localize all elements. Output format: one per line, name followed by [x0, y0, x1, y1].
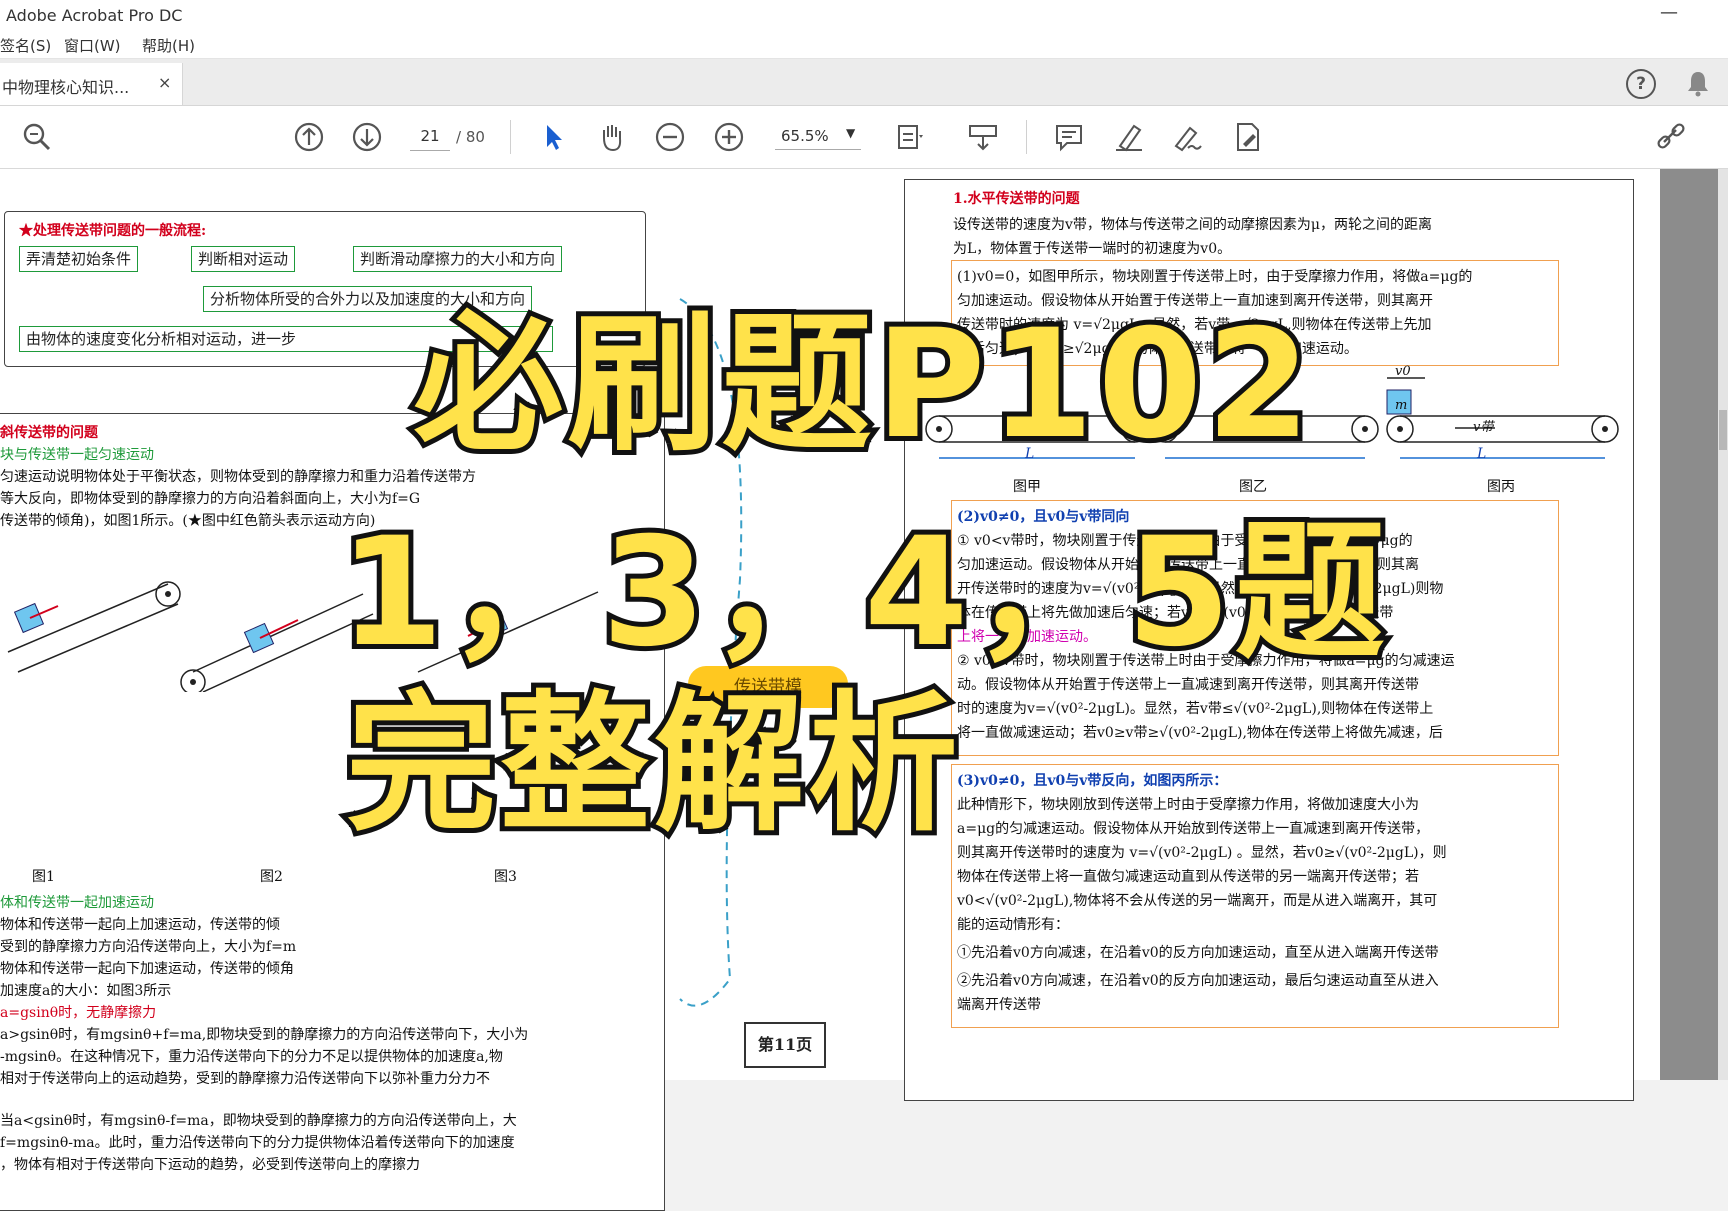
- case3-line-7: 能的运动情形有：: [957, 917, 1069, 933]
- share-link-icon[interactable]: [1654, 120, 1688, 154]
- horizontal-intro-2: 为L，物体置于传送带一端时的初速度为v0。: [953, 241, 1232, 257]
- overlay-title-line-1: 必刷题P102: [408, 295, 1315, 475]
- flow-step-1: 弄清楚初始条件: [19, 246, 139, 272]
- page-up-icon[interactable]: [292, 120, 326, 154]
- page-number-input[interactable]: 21: [410, 122, 450, 151]
- incline-line2-5: a=gsinθ时，无静摩擦力: [0, 1005, 157, 1021]
- fig-2-label: 图2: [260, 869, 283, 885]
- page-down-icon[interactable]: [350, 120, 384, 154]
- toolbar: 21 / 80 65.5% ▼: [0, 106, 1728, 169]
- toolbar-divider: [1026, 120, 1027, 154]
- fig-jia-label: 图甲: [1013, 479, 1041, 495]
- scroll-mode-icon[interactable]: [966, 120, 1000, 154]
- incline-line-2: 等大反向，即物体受到的静摩擦力的方向沿着斜面向上，大小为f=G: [0, 491, 421, 507]
- fit-page-icon[interactable]: [892, 120, 926, 154]
- incline-line2-8: 相对于传送带向上的运动趋势，受到的静摩擦力沿传送带向下以弥补重力分力不: [0, 1071, 490, 1087]
- horizontal-intro-1: 设传送带的速度为v带，物体与传送带之间的动摩擦因素为μ，两轮之间的距离: [953, 217, 1433, 233]
- highlight-icon[interactable]: [1112, 120, 1146, 154]
- incline-line2-4: 加速度a的大小：如图3所示: [0, 983, 172, 999]
- incline-line2-7: -mgsinθ。在这种情况下，重力沿传送带向下的分力不足以提供物体的加速度a,物: [0, 1049, 503, 1065]
- fig-yi-label: 图乙: [1239, 479, 1267, 495]
- flow-step-2: 判断相对运动: [191, 246, 296, 272]
- help-icon[interactable]: ?: [1626, 69, 1656, 99]
- minimize-button[interactable]: —: [1660, 2, 1678, 23]
- page-number-badge: 第11页: [744, 1022, 826, 1068]
- case3-line-8: ①先沿着v0方向减速，在沿着v0的反方向加速运动，直至从进入端离开传送带: [957, 945, 1439, 961]
- case3-line-6: v0<√(v0²-2μgL),物体将不会从传送的另一端离开，而是从进入端离开，其…: [957, 893, 1438, 909]
- menu-sign[interactable]: 签名(S): [0, 35, 51, 56]
- flow-title: ★处理传送带问题的一般流程:: [19, 223, 207, 239]
- document-tab-label: 中物理核心知识...: [2, 78, 130, 97]
- incline-line2-10: f=mgsinθ-ma。此时，重力沿传送带向下的分力提供物体沿着传送带向下的加速…: [0, 1135, 515, 1151]
- close-tab-icon[interactable]: ×: [158, 73, 171, 92]
- chevron-down-icon[interactable]: ▼: [846, 126, 855, 140]
- zoom-out-icon[interactable]: [653, 120, 687, 154]
- fig-1-label: 图1: [32, 869, 55, 885]
- case3-line-9: ②先沿着v0方向减速，在沿着v0的反方向加速运动，最后匀速运动直至从进入: [957, 973, 1439, 989]
- incline-line2-6: a>gsinθ时，有mgsinθ+f=ma,即物块受到的静摩擦力的方向沿传送带向…: [0, 1027, 529, 1043]
- case3-line-5: 物体在传送带上将一直做匀减速运动直到从传送带的另一端离开传送带；若: [957, 869, 1419, 885]
- incline-line2-11: ，物体有相对于传送带向下运动的趋势，必受到传送带向上的摩擦力: [0, 1157, 420, 1173]
- overlay-title-line-3: 完整解析: [341, 675, 963, 855]
- zoom-in-icon[interactable]: [712, 120, 746, 154]
- menu-window[interactable]: 窗口(W): [64, 35, 121, 56]
- menu-help[interactable]: 帮助(H): [142, 35, 195, 56]
- edit-pdf-icon[interactable]: [1230, 120, 1264, 154]
- select-cursor-icon[interactable]: [536, 120, 570, 154]
- comment-icon[interactable]: [1052, 120, 1086, 154]
- incline-line2-2: 受到的静摩擦力方向沿传送带向上，大小为f=m: [0, 939, 297, 955]
- title-bar: Adobe Acrobat Pro DC —: [0, 0, 1728, 30]
- flow-step-3: 判断滑动摩擦力的大小和方向: [353, 246, 563, 272]
- menu-bar: 签名(S) 窗口(W) 帮助(H): [0, 30, 1728, 59]
- fig-bing-label: 图丙: [1487, 479, 1515, 495]
- search-icon[interactable]: [20, 120, 54, 154]
- case3-line-10: 端离开传送带: [957, 997, 1041, 1013]
- tab-bar: 中物理核心知识... ×: [0, 59, 1728, 106]
- bell-icon[interactable]: [1684, 69, 1712, 97]
- incline-line2-9: 当a<gsinθ时，有mgsinθ-f=ma，即物块受到的静摩擦力的方向沿传送带…: [0, 1113, 517, 1129]
- horizontal-section-title: 1.水平传送带的问题: [953, 191, 1080, 207]
- incline-line2-3: 物体和传送带一起向下加速运动，传送带的倾角: [0, 961, 294, 977]
- overlay-title-line-2: 1，3，4，5题: [334, 503, 1389, 683]
- app-title: Adobe Acrobat Pro DC: [6, 6, 183, 25]
- incline-sub2: 体和传送带一起加速运动: [0, 895, 154, 911]
- sign-icon[interactable]: [1170, 120, 1204, 154]
- document-tab[interactable]: 中物理核心知识... ×: [0, 63, 183, 105]
- case1-line-1: (1)v0=0，如图甲所示，物块刚置于传送带上时，由于受摩擦力作用，将做a=μg…: [957, 269, 1473, 285]
- incline-line2-1: 物体和传送带一起向上加速运动，传送带的倾: [0, 917, 280, 933]
- page-total: / 80: [456, 128, 485, 146]
- hand-icon[interactable]: [595, 120, 629, 154]
- fig-3-label: 图3: [494, 869, 517, 885]
- toolbar-divider: [510, 120, 511, 154]
